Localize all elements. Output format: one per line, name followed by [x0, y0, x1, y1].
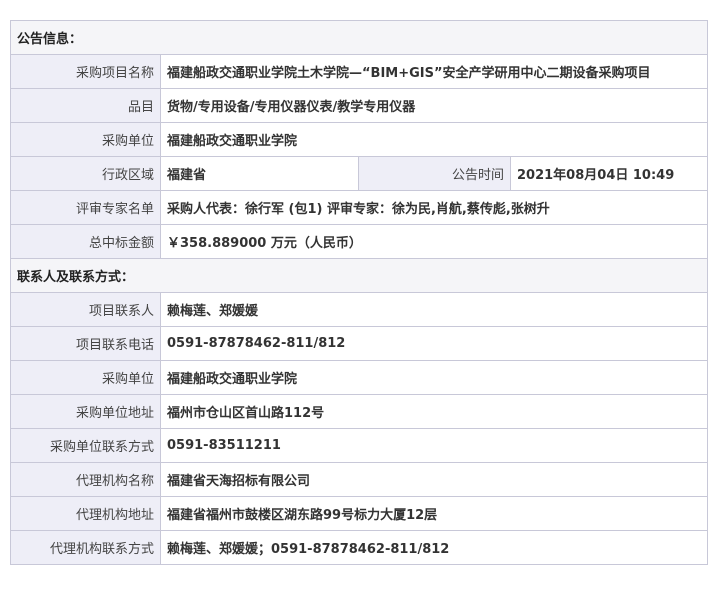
table-row: 代理机构地址 福建省福州市鼓楼区湖东路99号标力大厦12层	[10, 496, 709, 531]
buyer-address-label: 采购单位地址	[10, 394, 161, 429]
section-contact-row: 联系人及联系方式：	[9, 258, 709, 293]
buyer-contact-label: 采购单位联系方式	[10, 428, 161, 463]
region-label: 行政区域	[10, 156, 161, 191]
table-row: 总中标金额 ￥358.889000 万元（人民币）	[10, 224, 709, 259]
contact-buyer-label: 采购单位	[10, 360, 161, 395]
agency-contact-label: 代理机构联系方式	[10, 530, 161, 565]
category-value: 货物/专用设备/专用仪器仪表/教学专用仪器	[159, 88, 709, 123]
publish-time-value: 2021年08月04日 10:49	[509, 156, 709, 191]
agency-name-label: 代理机构名称	[10, 462, 161, 497]
agency-address-value: 福建省福州市鼓楼区湖东路99号标力大厦12层	[159, 496, 709, 531]
section-announcement-row: 公告信息：	[9, 20, 709, 55]
table-row: 采购单位联系方式 0591-83511211	[10, 428, 709, 463]
category-label: 品目	[10, 88, 161, 123]
agency-address-label: 代理机构地址	[10, 496, 161, 531]
table-row: 代理机构名称 福建省天海招标有限公司	[10, 462, 709, 497]
section-announcement-title: 公告信息：	[9, 20, 709, 55]
buyer-value: 福建船政交通职业学院	[159, 122, 709, 157]
announcement-table: 公告信息： 采购项目名称 福建船政交通职业学院土木学院—“BIM+GIS”安全产…	[9, 20, 709, 565]
section-contact-title: 联系人及联系方式：	[9, 258, 709, 293]
table-row: 项目联系电话 0591-87878462-811/812	[10, 326, 709, 361]
table-row: 采购单位 福建船政交通职业学院	[10, 360, 709, 395]
agency-contact-value: 赖梅莲、郑媛媛；0591-87878462-811/812	[159, 530, 709, 565]
project-name-label: 采购项目名称	[10, 54, 161, 89]
project-phone-value: 0591-87878462-811/812	[159, 326, 709, 361]
table-row: 评审专家名单 采购人代表：徐行军 (包1) 评审专家：徐为民,肖航,蔡传彪,张树…	[10, 190, 709, 225]
table-row: 代理机构联系方式 赖梅莲、郑媛媛；0591-87878462-811/812	[10, 530, 709, 565]
project-name-value: 福建船政交通职业学院土木学院—“BIM+GIS”安全产学研用中心二期设备采购项目	[159, 54, 709, 89]
total-amount-value: ￥358.889000 万元（人民币）	[159, 224, 709, 259]
region-value: 福建省	[160, 156, 359, 191]
total-amount-label: 总中标金额	[10, 224, 161, 259]
buyer-address-value: 福州市仓山区首山路112号	[159, 394, 709, 429]
project-phone-label: 项目联系电话	[10, 326, 161, 361]
table-row: 行政区域 福建省 公告时间 2021年08月04日 10:49	[10, 156, 709, 191]
buyer-label: 采购单位	[10, 122, 161, 157]
buyer-contact-value: 0591-83511211	[159, 428, 709, 463]
agency-name-value: 福建省天海招标有限公司	[159, 462, 709, 497]
experts-value: 采购人代表：徐行军 (包1) 评审专家：徐为民,肖航,蔡传彪,张树升	[159, 190, 709, 225]
experts-label: 评审专家名单	[10, 190, 161, 225]
table-row: 采购单位地址 福州市仓山区首山路112号	[10, 394, 709, 429]
project-contact-label: 项目联系人	[10, 292, 161, 327]
table-row: 项目联系人 赖梅莲、郑媛媛	[10, 292, 709, 327]
project-contact-value: 赖梅莲、郑媛媛	[159, 292, 709, 327]
table-row: 采购单位 福建船政交通职业学院	[10, 122, 709, 157]
table-row: 品目 货物/专用设备/专用仪器仪表/教学专用仪器	[10, 88, 709, 123]
table-row: 采购项目名称 福建船政交通职业学院土木学院—“BIM+GIS”安全产学研用中心二…	[10, 54, 709, 89]
contact-buyer-value: 福建船政交通职业学院	[159, 360, 709, 395]
publish-time-label: 公告时间	[358, 156, 511, 191]
